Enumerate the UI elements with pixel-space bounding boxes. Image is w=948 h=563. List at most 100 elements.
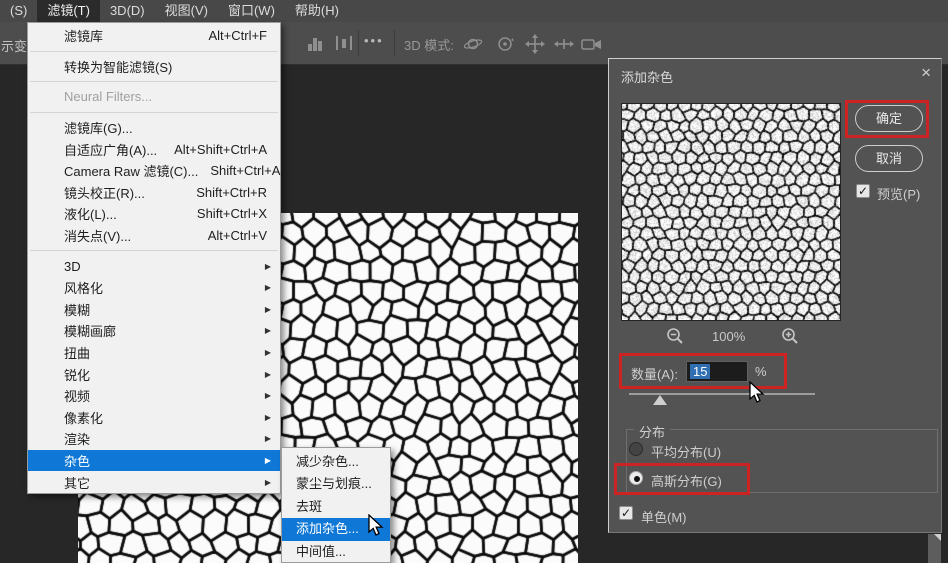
zoom-in-icon[interactable] [781, 327, 799, 350]
menu-item-label: 模糊画廊 [64, 321, 257, 340]
menu-item-label: 扭曲 [64, 343, 257, 362]
close-icon[interactable]: × [921, 63, 931, 83]
menu-item-label: Camera Raw 滤镜(C)... [64, 161, 198, 180]
menu-separator [30, 250, 278, 251]
menu-item-label: 转换为智能滤镜(S) [64, 57, 271, 76]
more-options-icon[interactable]: ••• [364, 33, 384, 48]
menu-separator [30, 112, 278, 113]
histogram-icon[interactable] [306, 34, 326, 57]
options-partial-label: 示变 [1, 36, 27, 55]
menu-item-label: 自适应广角(A)... [64, 140, 162, 159]
add-noise-dialog: 添加杂色 × 确定 取消 ✓ 预览(P) 100% 数量(A): 15 % 分布… [608, 58, 942, 533]
filter-menu-item[interactable]: 杂色 ▶ [28, 450, 280, 472]
menu-item-label: 像素化 [64, 408, 257, 427]
submenu-arrow-icon: ▶ [265, 434, 271, 443]
filter-menu-item[interactable]: 滤镜库 Alt+Ctrl+F [28, 25, 280, 47]
filter-menu-item[interactable]: 消失点(V)... Alt+Ctrl+V [28, 225, 280, 247]
filter-menu-item[interactable]: 渲染 ▶ [28, 428, 280, 450]
menubar-item-3d[interactable]: 3D(D) [100, 0, 155, 22]
menu-bar: (S) 滤镜(T) 3D(D) 视图(V) 窗口(W) 帮助(H) [0, 0, 948, 22]
noise-submenu-item[interactable]: 中间值... [282, 541, 390, 563]
filter-menu-item[interactable]: 其它 ▶ [28, 471, 280, 493]
toolbar-separator [394, 30, 395, 56]
filter-menu-item[interactable]: 转换为智能滤镜(S) [28, 56, 280, 78]
camera-3d-icon[interactable] [580, 34, 604, 59]
menu-item-shortcut: Shift+Ctrl+X [197, 206, 271, 221]
menu-item-label: 风格化 [64, 278, 257, 297]
uniform-radio[interactable] [629, 442, 643, 456]
submenu-arrow-icon: ▶ [265, 456, 271, 465]
menu-item-label: 液化(L)... [64, 204, 185, 223]
filter-menu-item[interactable]: 滤镜库(G)... [28, 117, 280, 139]
scrollbar[interactable] [928, 534, 941, 563]
noise-preview-image [621, 103, 841, 321]
menu-item-label: 滤镜库(G)... [64, 118, 271, 137]
filter-menu-item[interactable]: 模糊 ▶ [28, 299, 280, 321]
menubar-item-select-partial[interactable]: (S) [0, 0, 37, 22]
filter-menu-item[interactable]: Neural Filters... [28, 86, 280, 108]
filter-menu-item[interactable]: 液化(L)... Shift+Ctrl+X [28, 203, 280, 225]
submenu-arrow-icon: ▶ [265, 326, 271, 335]
menu-separator [30, 81, 278, 82]
noise-submenu-item[interactable]: 蒙尘与划痕... [282, 473, 390, 495]
dialog-title: 添加杂色 [621, 67, 673, 86]
3d-mode-label: 3D 模式: [404, 35, 454, 54]
orbit-3d-icon[interactable] [462, 34, 484, 59]
filter-menu-dropdown: 滤镜库 Alt+Ctrl+F 转换为智能滤镜(S) Neural Filters...… [27, 22, 281, 494]
submenu-arrow-icon: ▶ [265, 305, 271, 314]
menu-item-shortcut: Shift+Ctrl+R [196, 185, 271, 200]
filter-menu-item[interactable]: 风格化 ▶ [28, 277, 280, 299]
filter-menu-item[interactable]: 锐化 ▶ [28, 363, 280, 385]
submenu-arrow-icon: ▶ [265, 478, 271, 487]
preview-checkbox-label: 预览(P) [877, 184, 920, 203]
gaussian-annotation-box [614, 463, 750, 495]
filter-menu-item[interactable]: Camera Raw 滤镜(C)... Shift+Ctrl+A [28, 160, 280, 182]
monochromatic-checkbox-label: 单色(M) [641, 507, 687, 526]
zoom-level-value: 100% [712, 329, 745, 344]
menu-item-label: 镜头校正(R)... [64, 183, 184, 202]
submenu-arrow-icon: ▶ [265, 413, 271, 422]
zoom-out-icon[interactable] [666, 327, 684, 350]
menubar-item-help[interactable]: 帮助(H) [285, 0, 349, 22]
mouse-cursor [747, 381, 767, 405]
distribute-icon[interactable] [334, 34, 354, 57]
photoshop-window: (S) 滤镜(T) 3D(D) 视图(V) 窗口(W) 帮助(H) 示变 •••… [0, 0, 948, 563]
distribution-group-label: 分布 [634, 422, 670, 441]
filter-menu-item[interactable]: 扭曲 ▶ [28, 342, 280, 364]
noise-submenu: 减少杂色... 蒙尘与划痕... 去斑 添加杂色... 中间值... [281, 447, 391, 563]
menubar-item-window[interactable]: 窗口(W) [218, 0, 285, 22]
filter-menu-item[interactable]: 视频 ▶ [28, 385, 280, 407]
pan-3d-icon[interactable] [524, 34, 546, 59]
filter-menu-item[interactable]: 自适应广角(A)... Alt+Shift+Ctrl+A [28, 138, 280, 160]
amount-slider-thumb[interactable] [653, 395, 667, 405]
cancel-button[interactable]: 取消 [855, 145, 923, 172]
menu-item-label: 视频 [64, 386, 257, 405]
roll-3d-icon[interactable] [494, 34, 516, 59]
preview-checkbox[interactable]: ✓ [856, 184, 870, 198]
slide-3d-icon[interactable] [553, 34, 575, 59]
mouse-cursor [366, 514, 386, 538]
menu-item-label: Neural Filters... [64, 89, 271, 104]
filter-menu-item[interactable]: 3D ▶ [28, 255, 280, 277]
filter-menu-item[interactable]: 镜头校正(R)... Shift+Ctrl+R [28, 182, 280, 204]
submenu-arrow-icon: ▶ [265, 262, 271, 271]
menu-item-label: 渲染 [64, 429, 257, 448]
menu-separator [30, 51, 278, 52]
menu-item-shortcut: Alt+Ctrl+V [208, 228, 271, 243]
menu-item-label: 消失点(V)... [64, 226, 196, 245]
submenu-arrow-icon: ▶ [265, 348, 271, 357]
menubar-item-filter[interactable]: 滤镜(T) [37, 0, 100, 22]
menu-item-label: 其它 [64, 473, 257, 492]
menu-item-label: 杂色 [64, 451, 257, 470]
noise-submenu-item[interactable]: 减少杂色... [282, 451, 390, 473]
menu-item-shortcut: Alt+Ctrl+F [208, 28, 271, 43]
monochromatic-checkbox[interactable]: ✓ [619, 506, 633, 520]
submenu-arrow-icon: ▶ [265, 370, 271, 379]
uniform-radio-label: 平均分布(U) [651, 442, 721, 461]
menubar-item-view[interactable]: 视图(V) [155, 0, 218, 22]
menu-item-label: 锐化 [64, 365, 257, 384]
submenu-arrow-icon: ▶ [265, 283, 271, 292]
filter-menu-item[interactable]: 像素化 ▶ [28, 407, 280, 429]
filter-menu-item[interactable]: 模糊画廊 ▶ [28, 320, 280, 342]
menu-item-shortcut: Shift+Ctrl+A [210, 163, 284, 178]
